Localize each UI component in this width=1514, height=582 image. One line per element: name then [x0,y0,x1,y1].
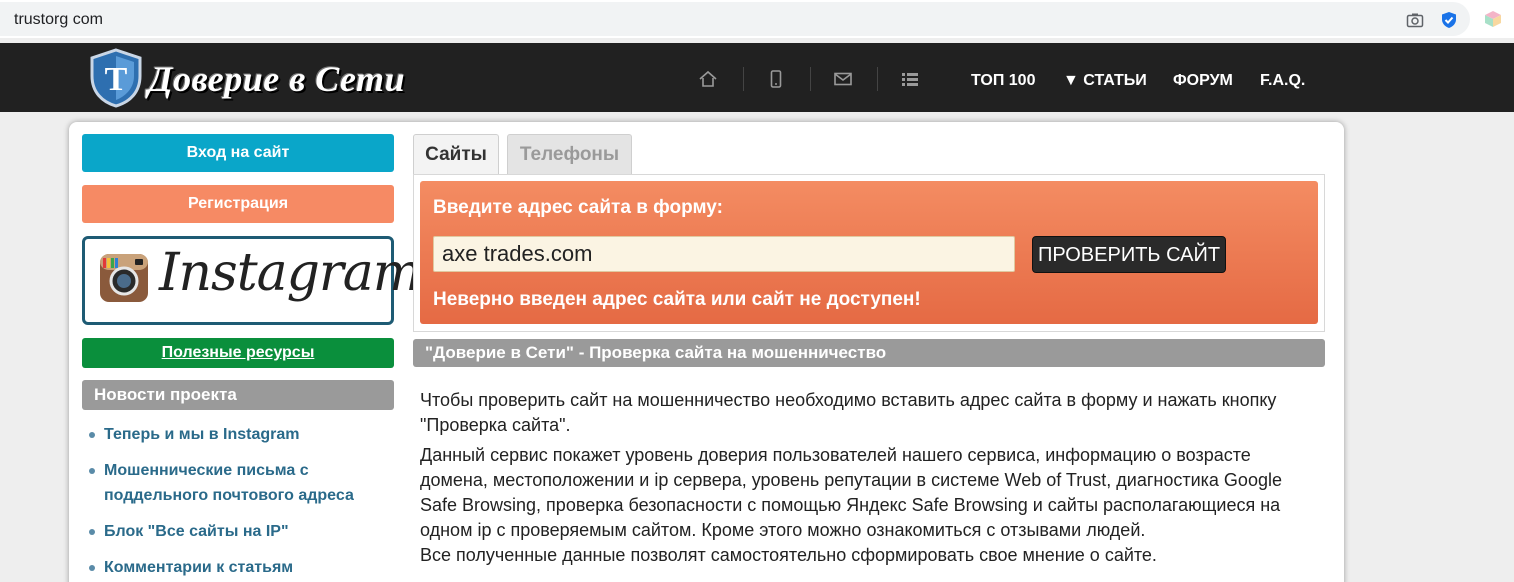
nav-divider [743,67,744,91]
tab-sites[interactable]: Сайты [413,134,499,175]
nav-divider [810,67,811,91]
description-block: Данный сервис покажет уровень доверия по… [420,443,1320,568]
description-paragraph: Данный сервис покажет уровень доверия по… [420,445,1282,540]
logo-text: Доверие в Сети [148,59,406,99]
site-header: Т Доверие в Сети ТОП 100 ▼ СТАТЬИ ФОРУМ … [0,43,1514,112]
instagram-banner[interactable]: Instagram [82,236,422,325]
extension-cube-icon[interactable] [1483,9,1503,29]
site-check-form: Введите адрес сайта в форму: ПРОВЕРИТЬ С… [420,181,1318,324]
site-logo[interactable]: Т Доверие в Сети [88,46,458,110]
news-item[interactable]: Комментарии к статьям [89,555,389,580]
list-icon[interactable] [900,69,920,89]
login-button[interactable]: Вход на сайт [82,134,394,172]
camera-icon[interactable] [1406,11,1424,29]
news-list: Теперь и мы в Instagram Мошеннические пи… [89,422,389,582]
home-icon[interactable] [698,69,718,89]
news-item[interactable]: Теперь и мы в Instagram [89,422,389,447]
description-paragraph: Чтобы проверить сайт на мошенничество не… [420,390,1277,435]
site-url-input[interactable] [433,236,1015,272]
url-text[interactable]: trustorg com [14,11,103,29]
address-bar[interactable]: trustorg com [0,2,1470,36]
useful-resources-button[interactable]: Полезные ресурсы [82,338,394,368]
section-title: "Доверие в Сети" - Проверка сайта на мош… [413,339,1325,367]
form-error-message: Неверно введен адрес сайта или сайт не д… [433,289,921,310]
nav-articles[interactable]: ▼ СТАТЬИ [1063,72,1147,90]
nav-divider [877,67,878,91]
useful-resources-label[interactable]: Полезные ресурсы [162,344,315,361]
instagram-camera-icon [100,254,148,302]
news-item[interactable]: Блок "Все сайты на IP" [89,519,389,544]
check-site-button[interactable]: ПРОВЕРИТЬ САЙТ [1032,236,1226,273]
news-heading: Новости проекта [82,380,394,410]
form-title: Введите адрес сайта в форму: [433,197,723,218]
nav-faq[interactable]: F.A.Q. [1260,72,1305,90]
instagram-text: Instagram [159,243,422,303]
tab-phones[interactable]: Телефоны [507,134,632,174]
mail-icon[interactable] [833,69,853,89]
nav-forum[interactable]: ФОРУМ [1173,72,1233,90]
shield-check-icon[interactable] [1440,11,1458,29]
browser-toolbar: trustorg com [0,0,1514,38]
svg-text:Т: Т [105,61,128,98]
main-container: Вход на сайт Регистрация Instagram Полез… [69,122,1344,582]
register-button[interactable]: Регистрация [82,185,394,223]
nav-top100[interactable]: ТОП 100 [971,72,1035,90]
description-paragraph: Все полученные данные позволят самостоят… [420,545,1157,565]
news-item[interactable]: Мошеннические письма с поддельного почто… [89,458,389,508]
tab-panel: Введите адрес сайта в форму: ПРОВЕРИТЬ С… [413,174,1325,332]
shield-logo-icon: Т [90,48,142,108]
mobile-icon[interactable] [766,69,786,89]
